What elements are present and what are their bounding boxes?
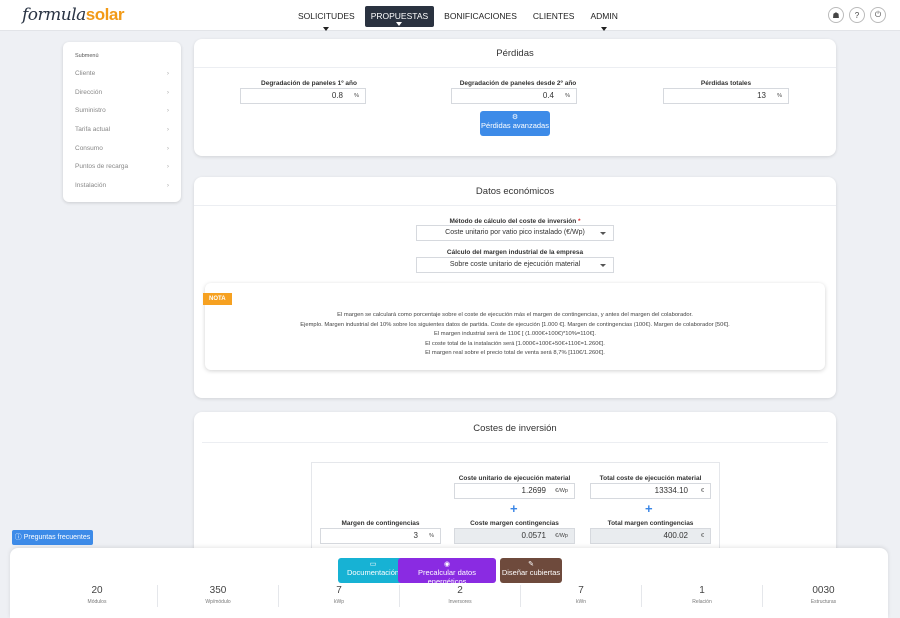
unit-contingency-input: 0.0571 €/Wp bbox=[454, 528, 575, 544]
perdidas-card: Pérdidas Degradación de paneles 1º año 0… bbox=[194, 39, 836, 156]
nav-clientes[interactable]: CLIENTES bbox=[527, 6, 581, 27]
unit-contingency-label: Coste margen contingencias bbox=[470, 520, 559, 527]
faq-button[interactable]: ⓘ Preguntas frecuentes bbox=[12, 530, 93, 545]
costes-title: Costes de inversión bbox=[473, 423, 557, 434]
contingency-input[interactable]: 3% bbox=[320, 528, 441, 544]
unit-cost-input[interactable]: 1.2699 €/Wp bbox=[454, 483, 575, 499]
chevron-down-icon bbox=[600, 232, 606, 235]
top-icons: ☗ ? ⏻ bbox=[828, 7, 886, 23]
chevron-right-icon: › bbox=[166, 70, 169, 77]
stat-relacion: 1 Relación bbox=[642, 585, 763, 607]
chevron-right-icon: › bbox=[166, 163, 169, 171]
submenu-item-instalacion[interactable]: Instalación › bbox=[75, 177, 169, 196]
main-nav: SOLICITUDES PROPUESTAS BONIFICACIONES CL… bbox=[292, 6, 624, 31]
method-select[interactable]: Coste unitario por vatio pico instalado … bbox=[416, 225, 614, 241]
chevron-right-icon: › bbox=[166, 126, 169, 134]
total-contingency-label: Total margen contingencias bbox=[607, 520, 694, 527]
brand-prefix: formula bbox=[22, 5, 86, 25]
perdidas-title: Pérdidas bbox=[496, 48, 534, 59]
gear-icon: ⚙ bbox=[511, 114, 519, 121]
nota-badge: NOTA bbox=[203, 293, 232, 305]
plus-icon: + bbox=[510, 501, 518, 516]
nota-box: NOTA El margen se calculará como porcent… bbox=[203, 283, 825, 370]
chevron-down-icon bbox=[396, 22, 403, 26]
submenu-item-suministro[interactable]: Suministro › bbox=[75, 102, 169, 121]
deg-second-label: Degradación de paneles desde 2º año bbox=[459, 80, 577, 87]
submenu: Submenú Cliente › Dirección › Suministro › … bbox=[63, 42, 181, 202]
divider bbox=[202, 442, 828, 443]
total-cost-label: Total coste de ejecución material bbox=[599, 475, 702, 482]
method-label: Método de cálculo del coste de inversión… bbox=[449, 218, 581, 225]
costes-table: Coste unitario de ejecución material 1.2… bbox=[311, 462, 720, 562]
contingency-label: Margen de contingencias bbox=[341, 520, 420, 527]
economicos-title: Datos económicos bbox=[475, 186, 555, 197]
stat-kwp: 7 kWp bbox=[279, 585, 400, 607]
top-bar: formulasolar SOLICITUDES PROPUESTAS BONI… bbox=[0, 0, 900, 31]
submenu-item-tarifa[interactable]: Tarifa actual › bbox=[75, 121, 169, 140]
submenu-title: Submenú bbox=[75, 53, 99, 59]
total-contingency-input: 400.02 € bbox=[590, 528, 711, 544]
question-circle-icon: ⓘ bbox=[14, 534, 22, 541]
stat-kwn: 7 kWn bbox=[521, 585, 642, 607]
chevron-right-icon: › bbox=[166, 88, 169, 96]
nav-propuestas[interactable]: PROPUESTAS bbox=[364, 6, 435, 27]
chevron-right-icon: › bbox=[166, 144, 169, 152]
nav-solicitudes[interactable]: SOLICITUDES bbox=[292, 6, 361, 31]
chevron-right-icon: › bbox=[166, 182, 169, 190]
advanced-losses-button[interactable]: ⚙ Pérdidas avanzadas bbox=[480, 111, 550, 136]
chevron-down-icon bbox=[323, 27, 330, 31]
unit-cost-label: Coste unitario de ejecución material bbox=[458, 475, 571, 482]
plus-icon: + bbox=[645, 501, 653, 516]
nota-text: El margen se calculará como porcentaje s… bbox=[300, 312, 730, 356]
total-loss-input[interactable]: 13% bbox=[663, 88, 789, 104]
brand-logo[interactable]: formulasolar bbox=[22, 5, 124, 25]
divider bbox=[194, 67, 836, 68]
divider bbox=[194, 205, 836, 206]
chevron-right-icon: › bbox=[166, 107, 169, 115]
stat-inversores: 2 Inversores bbox=[400, 585, 521, 607]
edit-icon: ✎ bbox=[528, 561, 534, 568]
stat-modulos: 20 Módulos bbox=[37, 585, 158, 607]
total-cost-input[interactable]: 13334.10 € bbox=[590, 483, 711, 499]
help-icon[interactable]: ? bbox=[849, 7, 865, 23]
disenar-button[interactable]: ✎ Diseñar cubiertas bbox=[500, 558, 562, 583]
submenu-item-consumo[interactable]: Consumo › bbox=[75, 140, 169, 159]
chevron-down-icon bbox=[601, 27, 608, 31]
economicos-card: Datos económicos Método de cálculo del c… bbox=[194, 177, 836, 398]
stat-wp-modulo: 350 Wp/módulo bbox=[158, 585, 279, 607]
brand-suffix: solar bbox=[85, 5, 125, 24]
submenu-item-recarga[interactable]: Puntos de recarga › bbox=[75, 158, 169, 177]
location-pin-icon: ◉ bbox=[443, 561, 451, 568]
deg-second-input[interactable]: 0.4% bbox=[451, 88, 577, 104]
deg-first-label: Degradación de paneles 1º año bbox=[261, 80, 357, 87]
margin-select[interactable]: Sobre coste unitario de ejecución materi… bbox=[416, 257, 614, 273]
submenu-item-cliente[interactable]: Cliente › bbox=[75, 65, 169, 84]
bottom-summary-bar: ▭ Documentación ◉ Precalcular datos ener… bbox=[10, 548, 888, 618]
submenu-item-direccion[interactable]: Dirección › bbox=[75, 84, 169, 103]
power-icon[interactable]: ⏻ bbox=[870, 7, 886, 23]
total-loss-label: Pérdidas totales bbox=[700, 80, 752, 87]
stat-estructuras: 0030 Estructuras bbox=[810, 585, 837, 605]
costes-card: Costes de inversión Coste unitario de ej… bbox=[194, 412, 836, 562]
stats-row: 20 Módulos 350 Wp/módulo 7 kWp 2 Inversores … bbox=[37, 585, 884, 607]
chevron-down-icon bbox=[600, 264, 606, 267]
deg-first-input[interactable]: 0.8% bbox=[240, 88, 366, 104]
nav-bonificaciones[interactable]: BONIFICACIONES bbox=[438, 6, 523, 27]
precalcular-button[interactable]: ◉ Precalcular datos energéticos bbox=[398, 558, 496, 586]
nav-admin[interactable]: ADMIN bbox=[584, 6, 623, 31]
margin-label: Cálculo del margen industrial de la empr… bbox=[446, 249, 584, 256]
user-icon[interactable]: ☗ bbox=[828, 7, 844, 23]
